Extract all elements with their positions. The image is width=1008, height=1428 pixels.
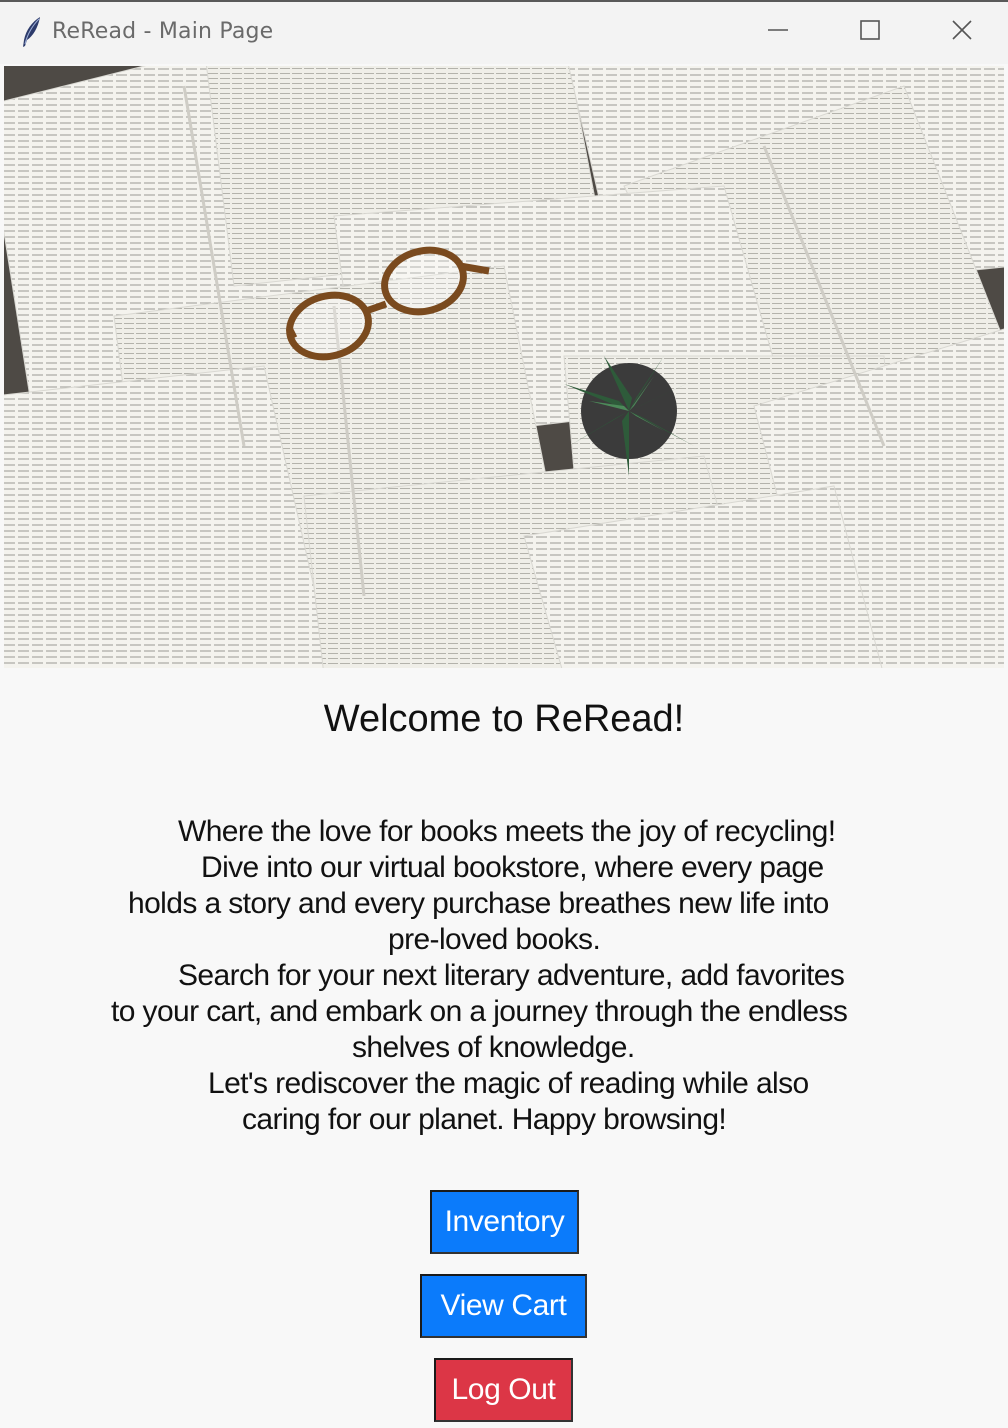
maximize-icon	[858, 18, 882, 47]
log-out-button[interactable]: Log Out	[434, 1358, 573, 1422]
intro-line: Search for your next literary adventure,…	[178, 959, 845, 992]
minimize-icon	[766, 18, 790, 47]
intro-line: Dive into our virtual bookstore, where e…	[201, 851, 824, 884]
intro-line: holds a story and every purchase breathe…	[128, 887, 829, 920]
minimize-button[interactable]	[732, 2, 824, 62]
intro-line: pre-loved books.	[388, 923, 601, 956]
inventory-button[interactable]: Inventory	[430, 1190, 579, 1254]
intro-line: to your cart, and embark on a journey th…	[111, 995, 848, 1028]
intro-line: caring for our planet. Happy browsing!	[242, 1103, 727, 1136]
intro-line: Let's rediscover the magic of reading wh…	[208, 1067, 809, 1100]
banner-image	[4, 66, 1004, 668]
intro-line: Where the love for books meets the joy o…	[178, 815, 836, 848]
app-window: ReRead - Main Page Welcome to ReRead! Wh…	[0, 0, 1008, 1428]
view-cart-button[interactable]: View Cart	[420, 1274, 587, 1338]
close-button[interactable]	[916, 2, 1008, 62]
maximize-button[interactable]	[824, 2, 916, 62]
feather-icon	[20, 16, 44, 48]
welcome-heading: Welcome to ReRead!	[323, 698, 685, 740]
close-icon	[950, 18, 974, 47]
books-photo	[4, 66, 1004, 668]
title-bar[interactable]: ReRead - Main Page	[0, 2, 1008, 64]
window-title: ReRead - Main Page	[52, 19, 274, 44]
intro-line: shelves of knowledge.	[352, 1031, 635, 1064]
